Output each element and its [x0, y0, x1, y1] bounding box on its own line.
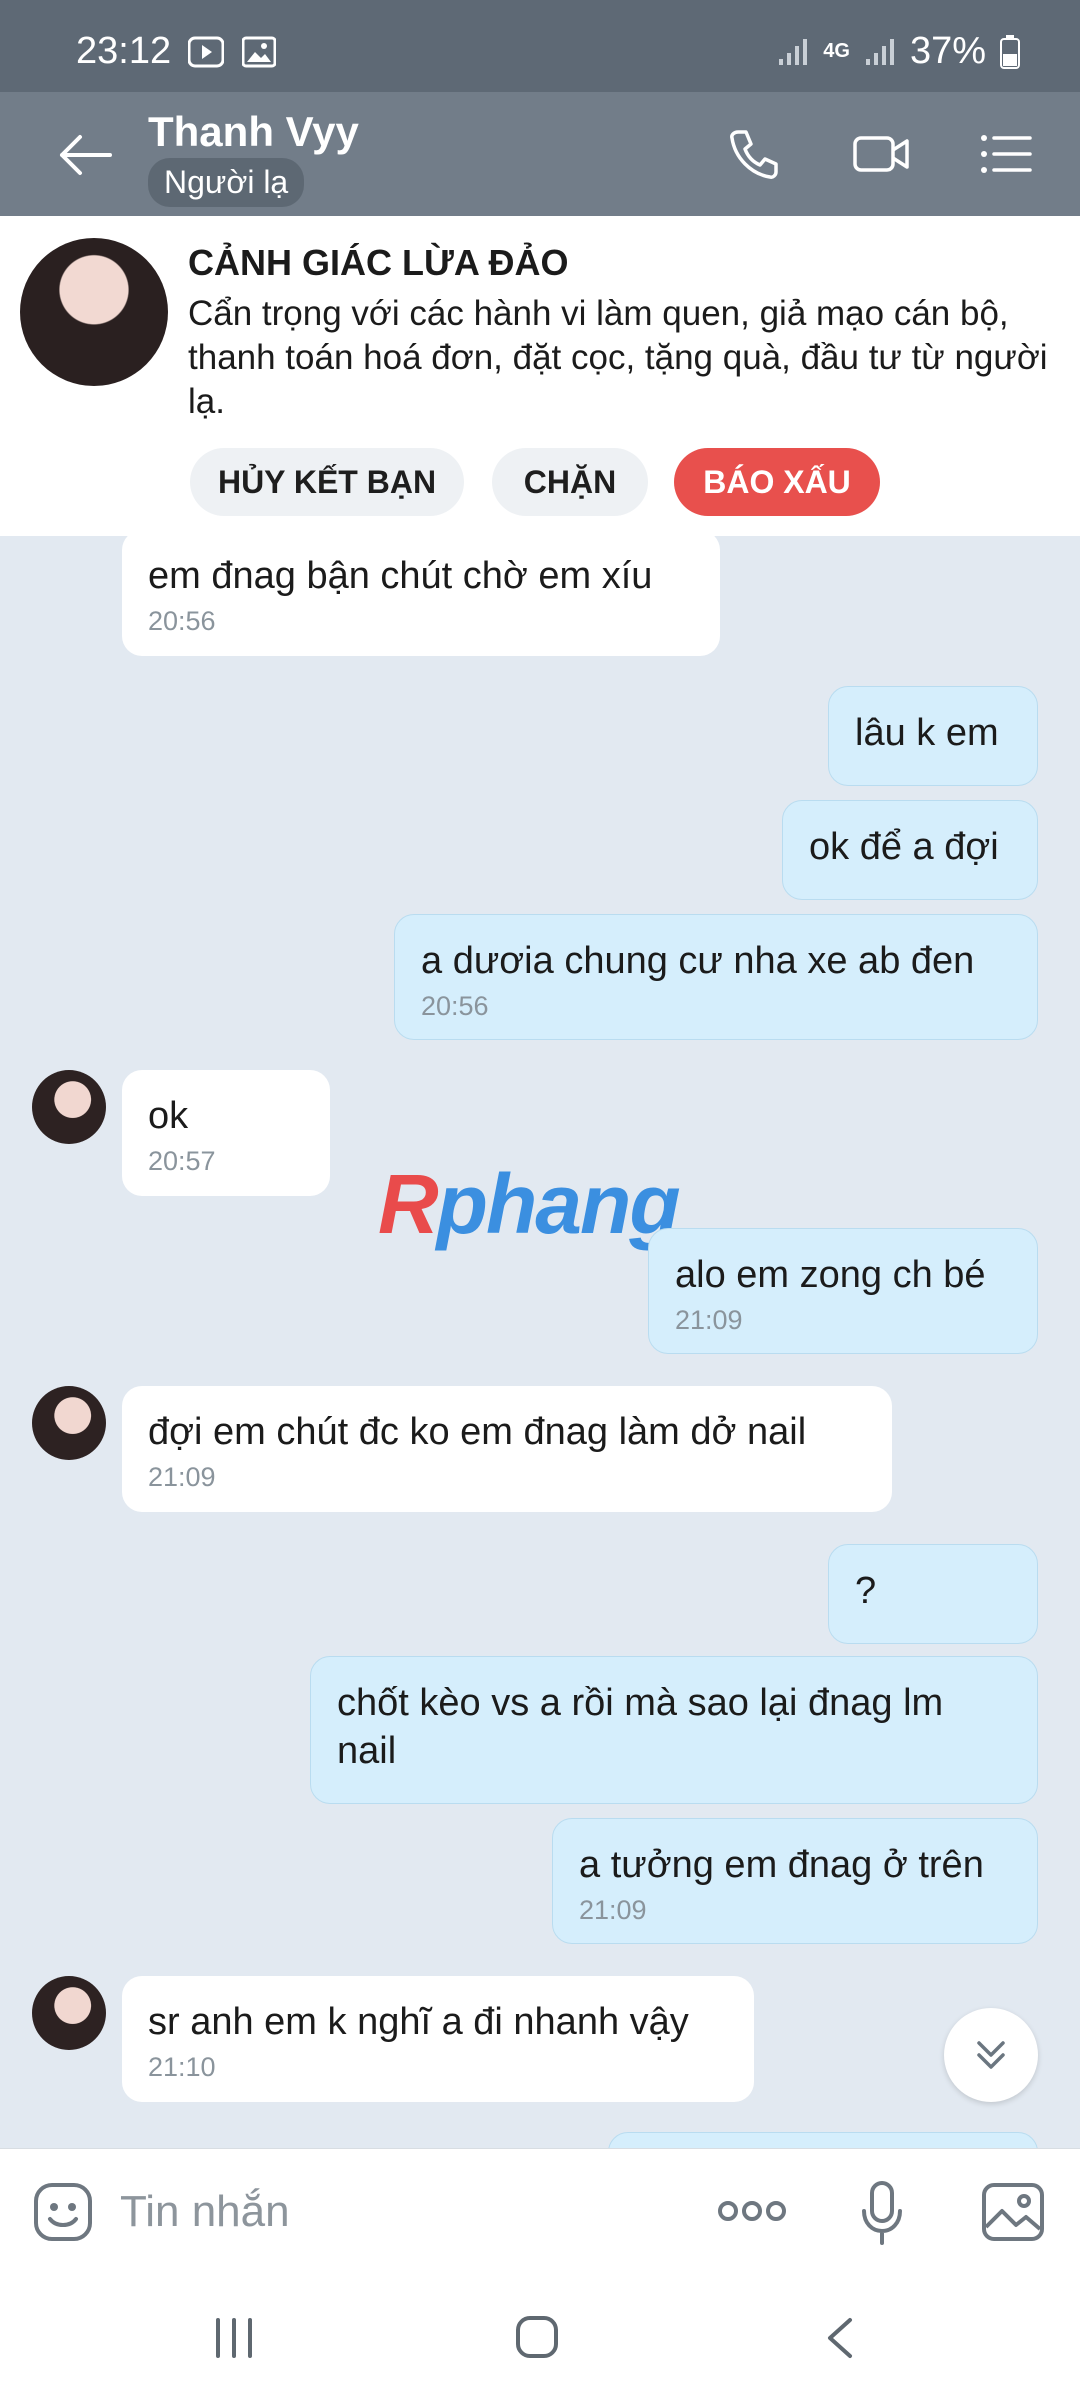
- message-text: a tưởng em đnag ở trên: [579, 1844, 984, 1886]
- sender-avatar[interactable]: [32, 1386, 106, 1460]
- message-text: alo em zong ch bé: [675, 1254, 986, 1296]
- message-incoming[interactable]: em đnag bận chút chờ em xíu 20:56: [122, 536, 720, 656]
- battery-icon: [1000, 34, 1020, 69]
- message-text: ok để a đợi: [809, 826, 999, 868]
- message-time: 21:09: [579, 1895, 647, 1925]
- message-text: ok: [148, 1095, 189, 1137]
- message-time: 21:09: [675, 1305, 743, 1335]
- recent-apps-icon[interactable]: [212, 2316, 256, 2360]
- message-text: em đnag bận chút chờ em xíu: [148, 555, 653, 597]
- report-button[interactable]: BÁO XẤU: [674, 448, 880, 516]
- warning-text: Cẩn trọng với các hành vi làm quen, giả …: [188, 294, 1048, 421]
- sender-avatar[interactable]: [32, 1070, 106, 1144]
- battery-percent: 37%: [909, 30, 986, 72]
- system-nav-bar: [0, 2272, 1080, 2400]
- microphone-icon[interactable]: [858, 2179, 906, 2247]
- chat-header: Thanh Vyy Người lạ: [0, 92, 1080, 216]
- sticker-icon[interactable]: [32, 2181, 94, 2243]
- message-outgoing[interactable]: a tưởng em đnag ở trên 21:09: [552, 1818, 1038, 1944]
- gallery-notification-icon: [242, 36, 276, 68]
- message-time: 20:56: [421, 991, 489, 1021]
- phone-icon[interactable]: [726, 126, 782, 182]
- message-text: chốt kèo vs a rồi mà sao lại đnag lm nai…: [337, 1682, 944, 1772]
- message-outgoing[interactable]: lâu k em: [828, 686, 1038, 786]
- contact-avatar[interactable]: [20, 238, 168, 386]
- message-time: 21:09: [148, 1462, 216, 1492]
- video-icon[interactable]: [852, 126, 910, 182]
- message-outgoing[interactable]: alo em zong ch bé 21:09: [648, 1228, 1038, 1354]
- status-bar: 23:12 4G 37%: [0, 0, 1080, 92]
- message-text: a dươia chung cư nha xe ab đen: [421, 940, 975, 982]
- menu-icon[interactable]: [978, 126, 1034, 182]
- double-chevron-down-icon: [977, 2041, 1005, 2069]
- message-text: ?: [855, 1570, 877, 1612]
- sender-avatar[interactable]: [32, 1976, 106, 2050]
- message-list[interactable]: em đnag bận chút chờ em xíu 20:56 lâu k …: [0, 536, 1080, 2148]
- message-time: 20:57: [148, 1146, 216, 1176]
- unfriend-button[interactable]: HỦY KẾT BẠN: [190, 448, 464, 516]
- message-text: đợi em chút đc ko em đnag làm dở nail: [148, 1411, 807, 1453]
- block-button[interactable]: CHẶN: [492, 448, 648, 516]
- message-outgoing[interactable]: ok để a đợi: [782, 800, 1038, 900]
- message-time: 20:56: [148, 606, 216, 636]
- warning-title: CẢNH GIÁC LỪA ĐẢO: [188, 242, 569, 283]
- message-outgoing[interactable]: ?: [828, 1544, 1038, 1644]
- image-picker-icon[interactable]: [980, 2181, 1046, 2243]
- message-incoming[interactable]: sr anh em k nghĩ a đi nhanh vậy 21:10: [122, 1976, 754, 2102]
- message-text: lâu k em: [855, 712, 999, 754]
- back-arrow-icon[interactable]: [54, 130, 114, 180]
- message-incoming[interactable]: ok 20:57: [122, 1070, 330, 1196]
- message-time: 21:10: [148, 2052, 216, 2082]
- message-input[interactable]: Tin nhắn: [120, 2187, 290, 2237]
- media-notification-icon: [188, 36, 224, 68]
- contact-name[interactable]: Thanh Vyy: [148, 108, 359, 156]
- scroll-to-bottom-button[interactable]: [944, 2008, 1038, 2102]
- message-outgoing-partial[interactable]: [608, 2132, 1038, 2148]
- message-outgoing[interactable]: chốt kèo vs a rồi mà sao lại đnag lm nai…: [310, 1656, 1038, 1804]
- more-options-icon[interactable]: [716, 2193, 788, 2229]
- nav-back-icon[interactable]: [822, 2316, 858, 2360]
- home-icon[interactable]: [514, 2314, 560, 2360]
- status-time: 23:12: [76, 30, 172, 72]
- stranger-badge: Người lạ: [148, 158, 305, 207]
- message-incoming[interactable]: đợi em chút đc ko em đnag làm dở nail 21…: [122, 1386, 892, 1512]
- signal-2-icon: [865, 38, 894, 65]
- message-outgoing[interactable]: a dươia chung cư nha xe ab đen 20:56: [394, 914, 1038, 1040]
- watermark-logo: Rphang: [378, 1157, 681, 1251]
- scam-warning-panel: CẢNH GIÁC LỪA ĐẢO Cẩn trọng với các hành…: [0, 216, 1080, 536]
- signal-icon: [779, 38, 808, 65]
- message-input-bar: Tin nhắn: [0, 2148, 1080, 2273]
- network-type: 4G: [823, 40, 850, 62]
- notification-icons: [188, 36, 276, 68]
- message-text: sr anh em k nghĩ a đi nhanh vậy: [148, 2001, 689, 2043]
